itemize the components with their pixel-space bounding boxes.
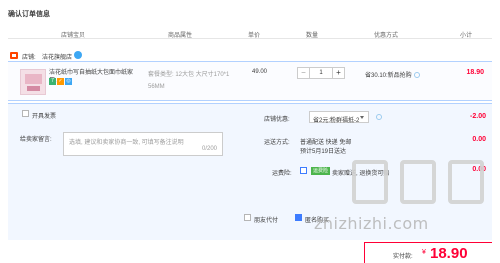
store-discount-label: 店铺优惠: [264,117,290,123]
sku-line-1: 套餐类型: 12大包 大尺寸170*1 [148,72,230,78]
watermark-glyph-1 [352,160,388,204]
shop-icon [10,52,18,59]
payment-amount: 18.90 [430,245,468,262]
friend-pay-checkbox[interactable] [244,214,251,221]
promo-text: 省30.10:新品抢购 [365,70,420,79]
chevron-down-icon [360,116,364,119]
header-quantity: 数量 [306,33,319,39]
shipping-amount: 0.00 [472,136,486,143]
shop-name-link[interactable]: 洁花旗舰店 [42,52,72,61]
product-thumbnail[interactable] [20,69,46,95]
insurance-label: 运费险: [272,171,292,177]
sku-line-2: 56MM [148,84,165,90]
watermark-glyph-2 [400,160,436,204]
header-subtotal: 小计 [460,33,473,39]
badge-green-icon: 7 [49,78,56,85]
decrease-button[interactable]: − [298,68,310,78]
watermark-glyph-3 [448,160,484,204]
product-sku: 套餐类型: 12大包 大尺寸170*1 56MM [148,69,248,93]
quantity-stepper: − 1 + [297,67,345,79]
page-title: 确认订单信息 [8,11,50,18]
friend-pay-label: 朋友代付 [254,218,279,224]
promo-label: 省30.10:新品抢购 [365,73,412,79]
buyer-message-count: 0/200 [201,146,217,152]
watermark: zhizhizhi.com [306,160,500,240]
shop-row: 店铺: 洁花旗舰店 [8,51,208,61]
item-subtotal: 18.90 [466,69,484,76]
buyer-message-field[interactable]: 选填, 建议和卖家协商一致, 可填写备注说明 0/200 [63,132,223,156]
table-header: 店铺宝贝 商品属性 单价 数量 优惠方式 小计 [8,27,492,39]
badge-blue-icon: ◎ [65,78,72,85]
header-discount: 优惠方式 [374,33,399,39]
watermark-text: zhizhizhi.com [314,214,429,233]
discount-info-icon[interactable] [376,114,382,120]
payment-label: 实付款: [393,254,413,260]
unit-price: 49.00 [252,69,268,75]
payment-currency: ¥ [422,249,426,256]
header-shop-baby: 店铺宝贝 [61,33,86,39]
store-discount-value: 省2元:粉群福抵-2 [313,118,360,124]
store-discount-select[interactable]: 省2元:粉群福抵-2 [309,111,369,124]
payment-summary: 实付款: ¥ 18.90 [364,242,492,263]
increase-button[interactable]: + [332,68,344,78]
shipping-label: 运送方式: [264,140,290,146]
chat-icon[interactable] [74,51,82,59]
shipping-value: 普通配送 快递 免邮 [300,140,352,146]
store-discount-amount: -2.00 [470,113,486,120]
quantity-input[interactable]: 1 [310,68,332,78]
invoice-checkbox[interactable] [22,110,29,117]
header-unit-price: 单价 [248,33,261,39]
anonymous-checkbox[interactable] [295,214,302,221]
buyer-message-placeholder: 选填, 建议和卖家协商一致, 可填写备注说明 [69,140,184,146]
shipping-eta: 预计5月19日送达 [300,149,347,155]
order-item-row: 洁花纸巾写自抽纸大包面巾纸家用... 7 ✓ ◎ 套餐类型: 12大包 大尺寸1… [8,61,492,101]
shop-label: 店铺: [22,55,36,61]
header-attributes: 商品属性 [168,33,193,39]
buyer-message-label: 给卖家留言: [20,137,52,143]
info-icon[interactable] [413,72,420,79]
badge-orange-icon: ✓ [57,78,64,85]
service-badges: 7 ✓ ◎ [49,78,79,85]
invoice-label: 开具发票 [32,114,57,120]
